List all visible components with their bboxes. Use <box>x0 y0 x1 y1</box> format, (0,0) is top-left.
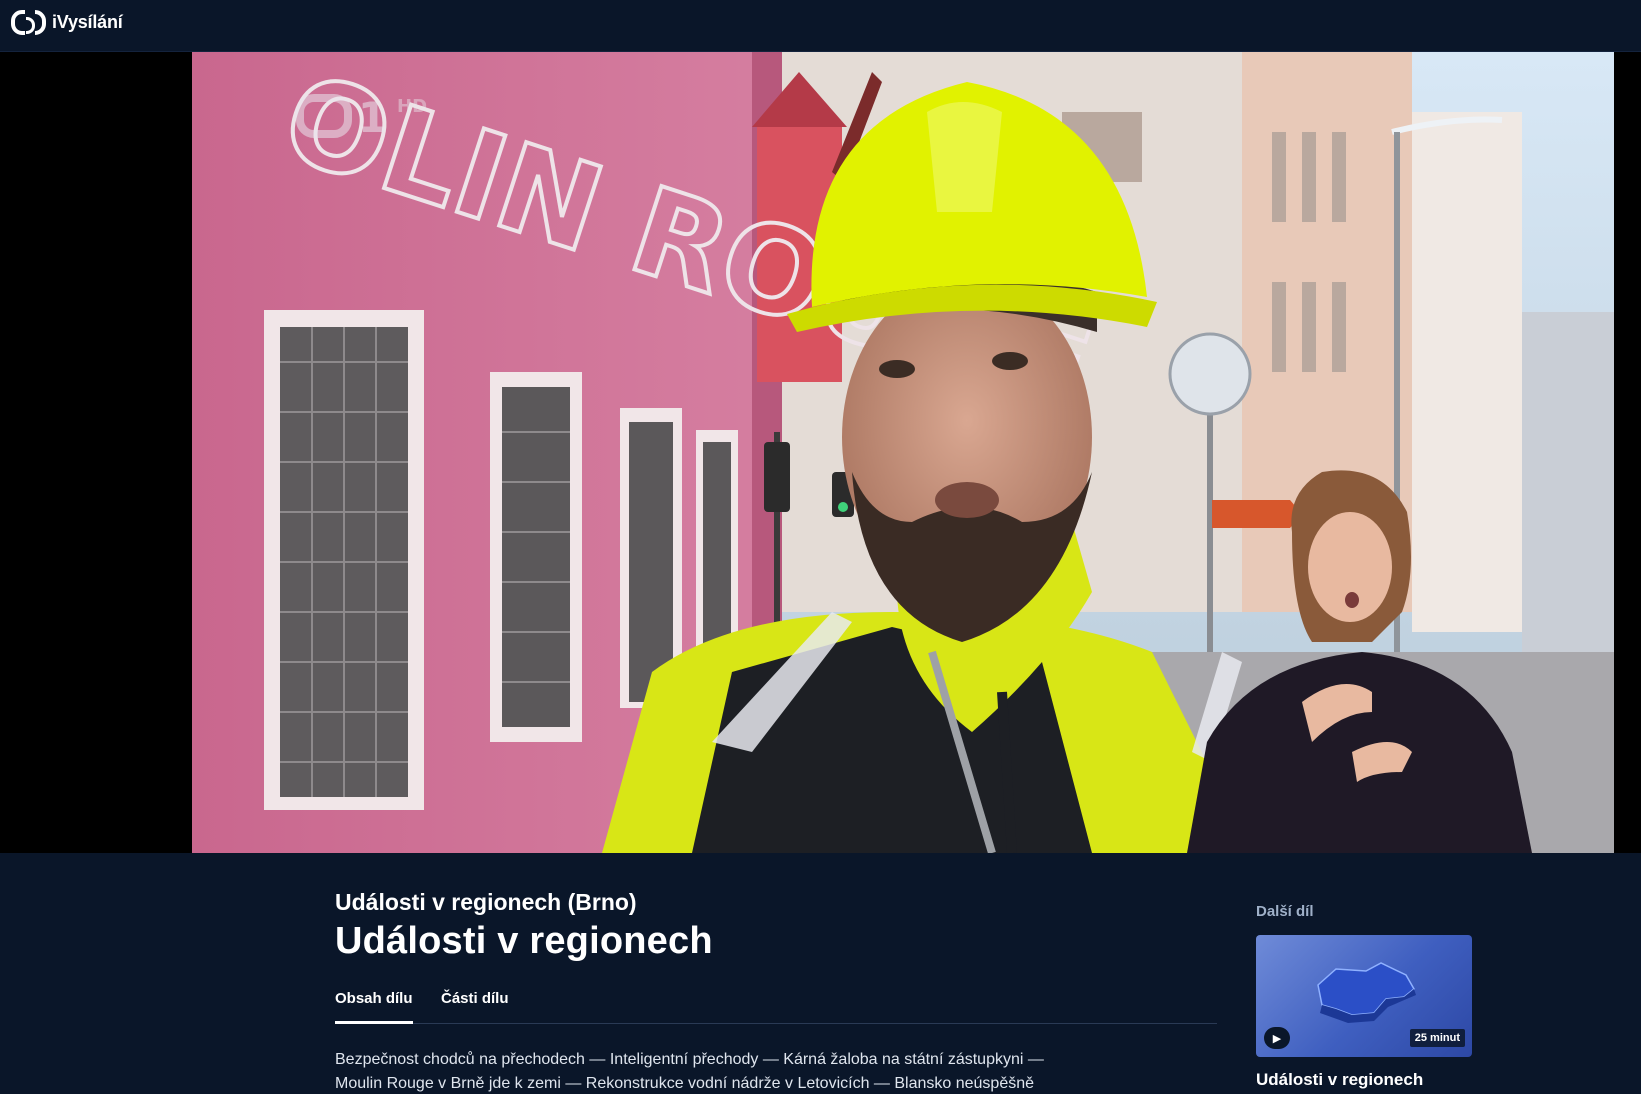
next-episode-title[interactable]: Události v regionech <box>1256 1070 1423 1090</box>
video-still: OLIN ROUGE 1 HD <box>192 52 1614 853</box>
channel-hd: HD <box>397 96 427 117</box>
ct-logo-icon <box>11 9 46 35</box>
video-frame[interactable]: OLIN ROUGE 1 HD <box>192 52 1614 853</box>
episode-description: Bezpečnost chodců na přechodech — Inteli… <box>335 1051 1044 1092</box>
duration-badge: 25 minut <box>1409 1029 1465 1047</box>
next-episode-label: Další díl <box>1256 903 1314 920</box>
channel-number: 1 <box>358 93 387 142</box>
top-bar: iVysílání <box>0 0 1641 52</box>
ivysilani-logo[interactable]: iVysílání <box>11 8 123 36</box>
logo-text: iVysílání <box>52 11 123 32</box>
episode-info: Události v regionech (Brno) Události v r… <box>0 853 1641 1094</box>
video-player[interactable]: OLIN ROUGE 1 HD <box>0 52 1641 853</box>
next-episode-card[interactable]: ▶ 25 minut <box>1256 935 1472 1057</box>
episode-title: Události v regionech <box>335 920 713 962</box>
tab-casti-dilu[interactable]: Části dílu <box>441 987 509 1024</box>
play-icon[interactable]: ▶ <box>1264 1027 1290 1049</box>
episode-tabs: Obsah dílu Části dílu <box>335 987 1217 1024</box>
show-title[interactable]: Události v regionech (Brno) <box>335 889 637 916</box>
tab-obsah-dilu[interactable]: Obsah dílu <box>335 987 413 1024</box>
